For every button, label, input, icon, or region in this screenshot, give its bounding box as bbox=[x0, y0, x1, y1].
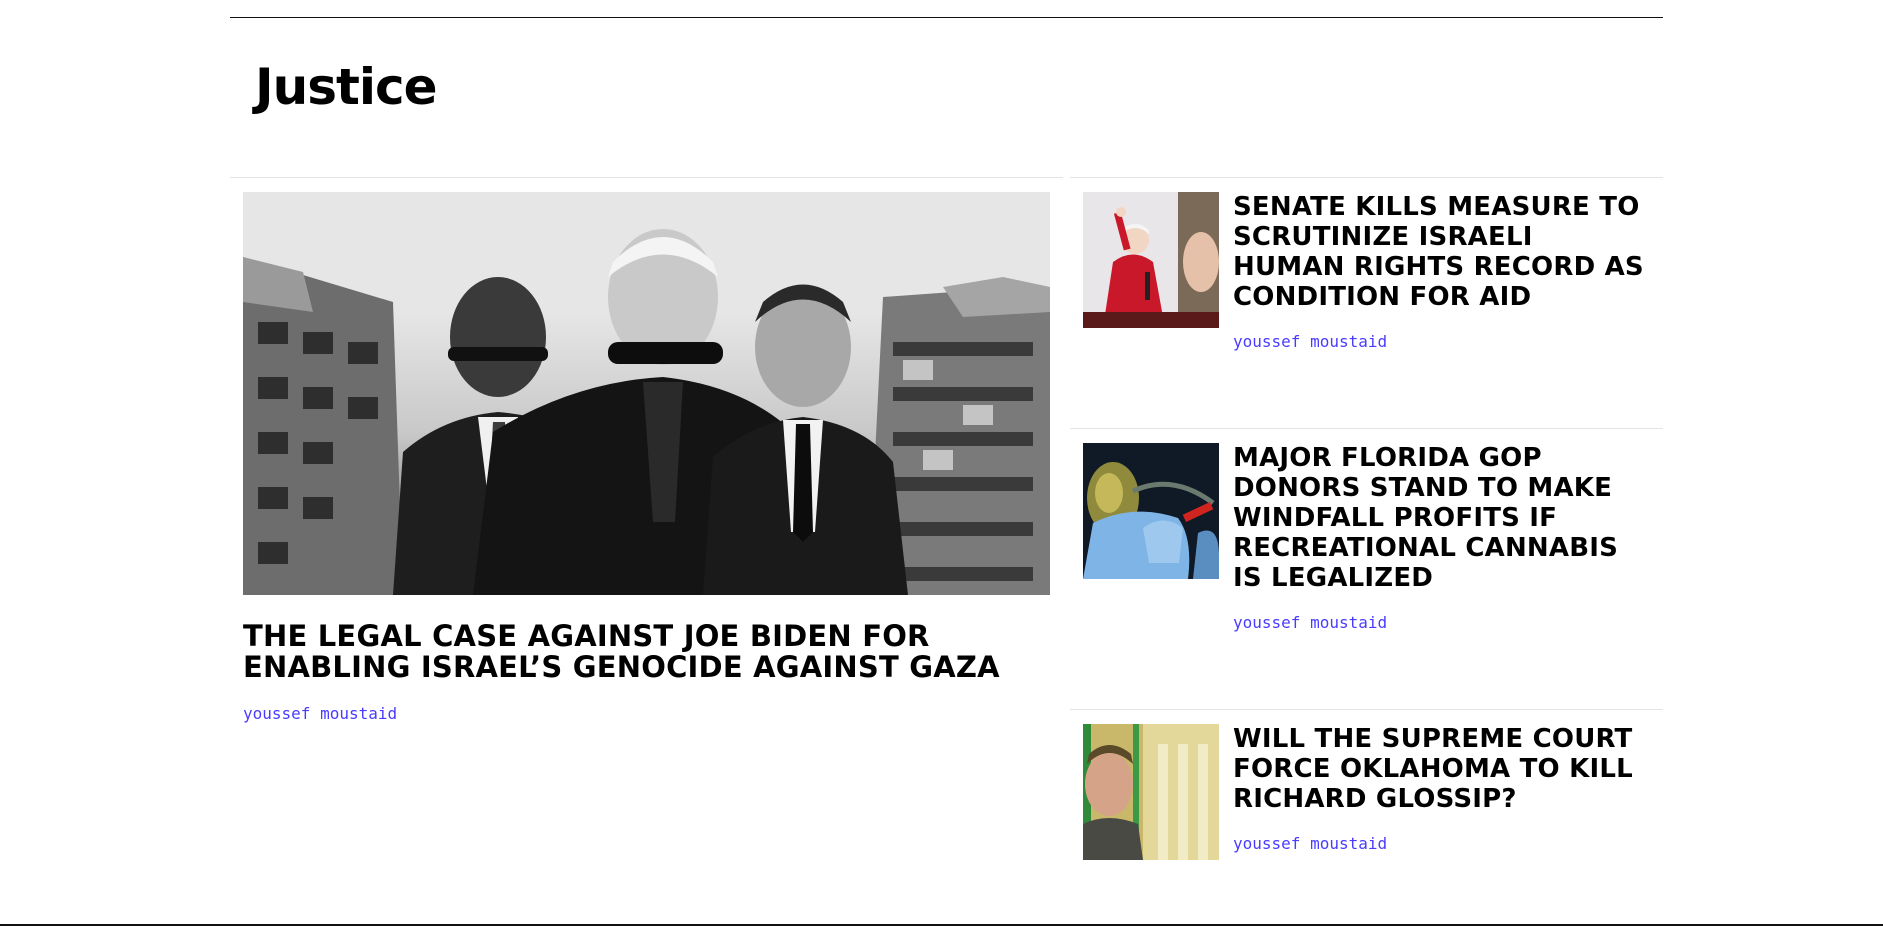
section-title[interactable]: Justice bbox=[255, 62, 438, 112]
top-rule bbox=[230, 17, 1663, 18]
side-story-2-byline[interactable]: youssef moustaid bbox=[1233, 613, 1387, 632]
divider-right-3 bbox=[1070, 709, 1663, 710]
side-story-1-text: Senate Kills Measure to Scrutinize Israe… bbox=[1233, 192, 1653, 352]
rally-speaker-image bbox=[1083, 192, 1219, 328]
prison-portrait-image bbox=[1083, 724, 1219, 860]
feature-byline[interactable]: youssef moustaid bbox=[243, 704, 397, 723]
side-story-1-headline[interactable]: Senate Kills Measure to Scrutinize Israe… bbox=[1233, 192, 1653, 312]
side-story-3-text: Will the Supreme Court Force Oklahoma to… bbox=[1233, 724, 1653, 854]
side-story-3-headline[interactable]: Will the Supreme Court Force Oklahoma to… bbox=[1233, 724, 1653, 814]
feature-illustration bbox=[243, 229, 1050, 595]
divider-right-1 bbox=[1070, 177, 1663, 178]
feature-image[interactable] bbox=[243, 192, 1050, 595]
feature-headline[interactable]: The Legal Case Against Joe Biden for Ena… bbox=[243, 621, 1043, 683]
side-story-3-thumbnail[interactable] bbox=[1083, 724, 1219, 860]
side-story-1-byline[interactable]: youssef moustaid bbox=[1233, 332, 1387, 351]
side-story-2-headline[interactable]: Major Florida GOP Donors Stand to Make W… bbox=[1233, 443, 1653, 593]
side-story-2-thumbnail[interactable] bbox=[1083, 443, 1219, 579]
ruined-building-left bbox=[243, 257, 403, 595]
cannabis-lab-image bbox=[1083, 443, 1219, 579]
divider-left bbox=[230, 177, 1063, 178]
side-story-3-byline[interactable]: youssef moustaid bbox=[1233, 834, 1387, 853]
feature-story: The Legal Case Against Joe Biden for Ena… bbox=[243, 192, 1050, 724]
divider-right-2 bbox=[1070, 428, 1663, 429]
page: Justice THE LEGAL CASE AGAINST JOE BIDEN… bbox=[0, 0, 1883, 926]
side-story-1-thumbnail[interactable] bbox=[1083, 192, 1219, 328]
side-story-2-text: Major Florida GOP Donors Stand to Make W… bbox=[1233, 443, 1653, 633]
